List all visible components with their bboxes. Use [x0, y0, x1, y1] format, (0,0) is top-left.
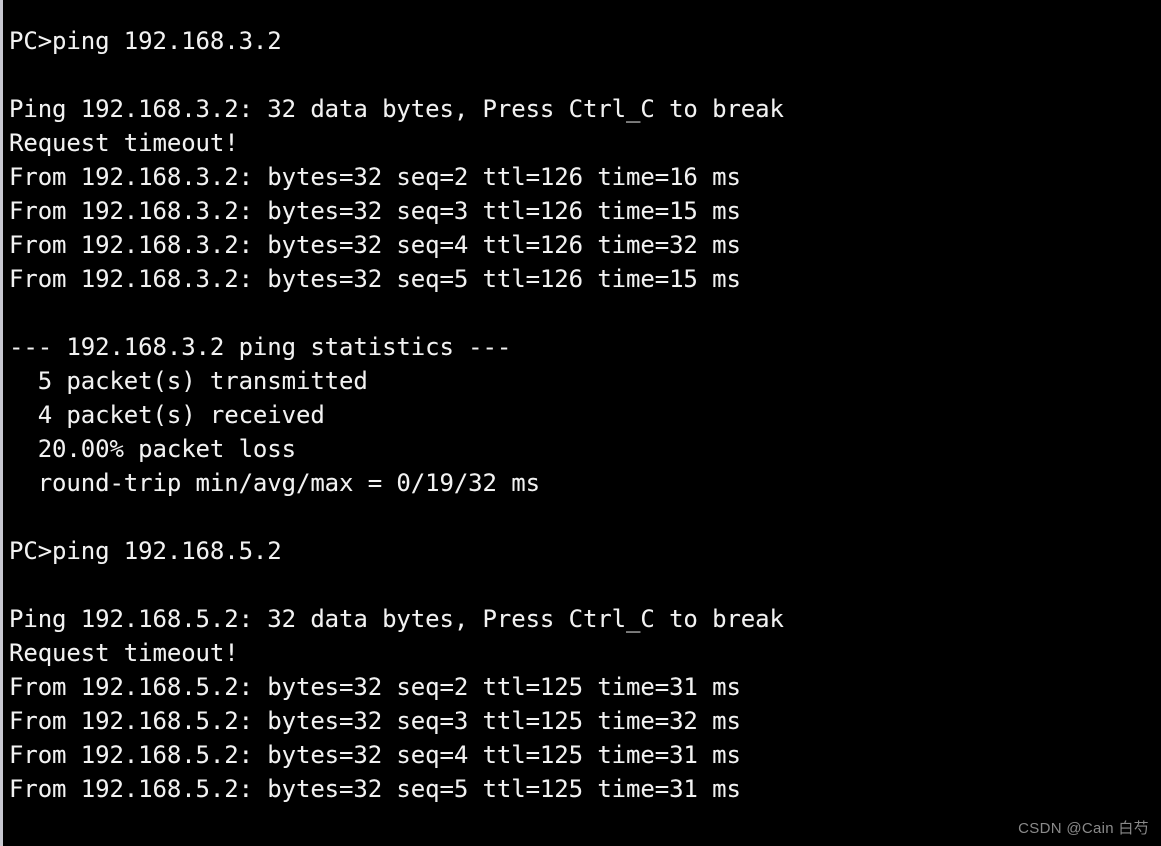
terminal-output-area[interactable]: PC>ping 192.168.3.2 Ping 192.168.3.2: 32…	[6, 0, 1161, 846]
terminal-line-reply-1-seq5: From 192.168.3.2: bytes=32 seq=5 ttl=126…	[9, 265, 741, 293]
terminal-line-request-timeout-2: Request timeout!	[9, 639, 239, 667]
terminal-line-reply-2-seq5: From 192.168.5.2: bytes=32 seq=5 ttl=125…	[9, 775, 741, 803]
terminal-line-reply-1-seq4: From 192.168.3.2: bytes=32 seq=4 ttl=126…	[9, 231, 741, 259]
terminal-line-command-ping-1: PC>ping 192.168.3.2	[9, 27, 282, 55]
terminal-window[interactable]: PC>ping 192.168.3.2 Ping 192.168.3.2: 32…	[0, 0, 1161, 846]
terminal-line-request-timeout-1: Request timeout!	[9, 129, 239, 157]
terminal-line-packet-loss-1: 20.00% packet loss	[9, 435, 296, 463]
terminal-line-packets-received-1: 4 packet(s) received	[9, 401, 325, 429]
watermark: CSDN @Cain 白芍	[1018, 820, 1149, 837]
terminal-line-round-trip-1: round-trip min/avg/max = 0/19/32 ms	[9, 469, 540, 497]
terminal-line-ping-header-2: Ping 192.168.5.2: 32 data bytes, Press C…	[9, 605, 784, 633]
terminal-line-ping-header-1: Ping 192.168.3.2: 32 data bytes, Press C…	[9, 95, 784, 123]
terminal-line-reply-2-seq3: From 192.168.5.2: bytes=32 seq=3 ttl=125…	[9, 707, 741, 735]
terminal-line-blank-1	[6, 58, 1161, 92]
terminal-line-statistics-header-1: --- 192.168.3.2 ping statistics ---	[9, 333, 512, 361]
terminal-line-reply-1-seq3: From 192.168.3.2: bytes=32 seq=3 ttl=126…	[9, 197, 741, 225]
terminal-line-reply-2-seq4: From 192.168.5.2: bytes=32 seq=4 ttl=125…	[9, 741, 741, 769]
terminal-line-reply-1-seq2: From 192.168.3.2: bytes=32 seq=2 ttl=126…	[9, 163, 741, 191]
terminal-line-packets-transmitted-1: 5 packet(s) transmitted	[9, 367, 368, 395]
terminal-line-reply-2-seq2: From 192.168.5.2: bytes=32 seq=2 ttl=125…	[9, 673, 741, 701]
terminal-line-command-ping-2: PC>ping 192.168.5.2	[9, 537, 282, 565]
terminal-line-blank-2	[6, 296, 1161, 330]
terminal-line-blank-3	[6, 500, 1161, 534]
terminal-line-blank-4	[6, 568, 1161, 602]
